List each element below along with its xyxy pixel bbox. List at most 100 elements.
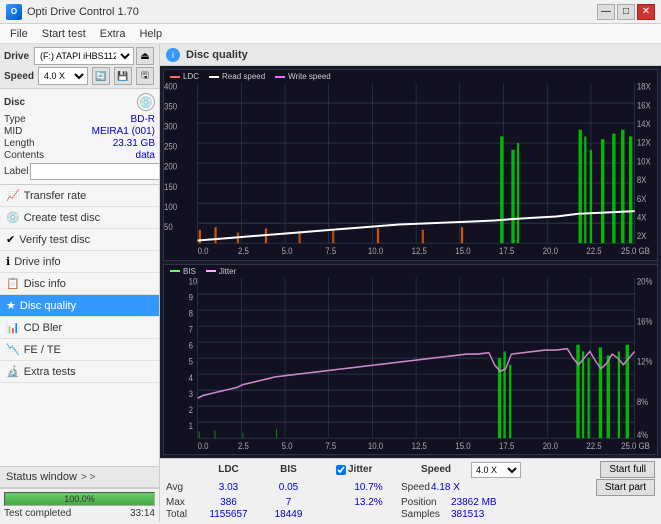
drive-section: Drive (F:) ATAPI iHBS112 2 CL0K ⏏ Speed … bbox=[0, 44, 159, 89]
svg-text:25.0 GB: 25.0 GB bbox=[621, 245, 650, 256]
svg-text:20%: 20% bbox=[637, 278, 653, 287]
bis-legend-color bbox=[170, 270, 180, 272]
svg-text:150: 150 bbox=[164, 181, 177, 192]
speed-col-header: Speed bbox=[401, 464, 471, 475]
jitter-col-header: Jitter bbox=[336, 464, 401, 475]
svg-text:10.0: 10.0 bbox=[368, 440, 383, 451]
progress-percent: 100.0% bbox=[64, 494, 95, 504]
svg-text:17.5: 17.5 bbox=[499, 245, 514, 256]
disc-quality-title: Disc quality bbox=[186, 49, 248, 61]
disc-label-label: Label bbox=[4, 166, 28, 177]
ldc-legend-label: LDC bbox=[183, 72, 199, 81]
sidebar-item-create-test-disc[interactable]: 💿 Create test disc bbox=[0, 207, 159, 229]
disc-length-value: 23.31 GB bbox=[113, 138, 155, 149]
progress-section: 100.0% Test completed 33:14 bbox=[0, 488, 159, 522]
start-full-button[interactable]: Start full bbox=[600, 461, 655, 478]
svg-text:0.0: 0.0 bbox=[198, 245, 209, 256]
read-speed-legend-color bbox=[209, 76, 219, 78]
disc-mid-label: MID bbox=[4, 126, 22, 137]
sidebar-item-disc-info[interactable]: 📋 Disc info bbox=[0, 273, 159, 295]
status-window-button[interactable]: Status window > > bbox=[0, 467, 159, 488]
svg-text:5.0: 5.0 bbox=[282, 440, 293, 451]
svg-text:22.5: 22.5 bbox=[586, 245, 601, 256]
speed-icon-2[interactable]: 💾 bbox=[114, 67, 132, 85]
sidebar-item-extra-tests[interactable]: 🔬 Extra tests bbox=[0, 361, 159, 383]
drive-eject-button[interactable]: ⏏ bbox=[136, 47, 154, 65]
position-value: 23862 MB bbox=[451, 497, 497, 508]
menu-help[interactable]: Help bbox=[133, 27, 168, 41]
svg-text:1: 1 bbox=[189, 420, 194, 431]
disc-panel: Disc 💿 Type BD-R MID MEIRA1 (001) Length… bbox=[0, 89, 159, 185]
svg-text:5: 5 bbox=[189, 356, 194, 367]
sidebar-item-fe-te[interactable]: 📉 FE / TE bbox=[0, 339, 159, 361]
svg-text:300: 300 bbox=[164, 121, 177, 132]
ldc-legend-color bbox=[170, 76, 180, 78]
disc-type-label: Type bbox=[4, 114, 26, 125]
chart2-svg: 10 9 8 7 6 5 4 3 2 1 20% 16% 12% 8% 4% bbox=[164, 278, 657, 452]
samples-value: 381513 bbox=[451, 509, 484, 520]
svg-text:6: 6 bbox=[189, 340, 194, 351]
jitter-checkbox[interactable] bbox=[336, 465, 346, 475]
menu-file[interactable]: File bbox=[4, 27, 34, 41]
max-label: Max bbox=[166, 497, 196, 508]
drive-select[interactable]: (F:) ATAPI iHBS112 2 CL0K bbox=[34, 47, 134, 65]
svg-text:2.5: 2.5 bbox=[238, 245, 249, 256]
disc-quality-header: i Disc quality bbox=[160, 44, 661, 66]
svg-text:4: 4 bbox=[189, 372, 194, 383]
sidebar-item-transfer-rate[interactable]: 📈 Transfer rate bbox=[0, 185, 159, 207]
sidebar-item-cd-bler[interactable]: 📊 CD Bler bbox=[0, 317, 159, 339]
sidebar-item-disc-quality[interactable]: ★ Disc quality bbox=[0, 295, 159, 317]
app-icon: O bbox=[6, 4, 22, 20]
menu-starttest[interactable]: Start test bbox=[36, 27, 92, 41]
maximize-button[interactable]: □ bbox=[617, 4, 635, 20]
svg-text:2.5: 2.5 bbox=[238, 440, 249, 451]
svg-text:8X: 8X bbox=[637, 174, 647, 185]
speed-value: 4.18 X bbox=[431, 482, 481, 493]
svg-text:14X: 14X bbox=[637, 118, 651, 129]
sidebar-drive-info-label: Drive info bbox=[14, 256, 60, 268]
write-speed-legend-color bbox=[275, 76, 285, 78]
speed-stat-select[interactable]: 4.0 X bbox=[471, 462, 521, 478]
svg-text:10: 10 bbox=[189, 278, 198, 287]
stats-bar: LDC BIS Jitter Speed 4.0 X Start full Av… bbox=[160, 458, 661, 522]
status-window-arrows: > > bbox=[81, 472, 95, 483]
sidebar-create-test-disc-label: Create test disc bbox=[24, 212, 100, 224]
position-label: Position bbox=[401, 497, 451, 508]
sidebar-item-verify-test-disc[interactable]: ✔ Verify test disc bbox=[0, 229, 159, 251]
minimize-button[interactable]: — bbox=[597, 4, 615, 20]
sidebar-disc-info-label: Disc info bbox=[24, 278, 66, 290]
close-button[interactable]: ✕ bbox=[637, 4, 655, 20]
menubar: File Start test Extra Help bbox=[0, 24, 661, 44]
speed-select[interactable]: 4.0 X bbox=[38, 67, 88, 85]
svg-text:12%: 12% bbox=[637, 356, 653, 367]
svg-text:4%: 4% bbox=[637, 429, 649, 440]
svg-text:250: 250 bbox=[164, 141, 177, 152]
write-speed-legend-label: Write speed bbox=[288, 72, 331, 81]
bis-legend-label: BIS bbox=[183, 267, 196, 276]
disc-info-icon: 📋 bbox=[6, 277, 20, 290]
read-speed-legend-label: Read speed bbox=[222, 72, 265, 81]
svg-text:12.5: 12.5 bbox=[412, 440, 427, 451]
status-window-section: Status window > > bbox=[0, 466, 159, 488]
svg-text:5.0: 5.0 bbox=[282, 245, 293, 256]
svg-text:10X: 10X bbox=[637, 156, 651, 167]
chart2-legend: BIS Jitter bbox=[164, 265, 657, 278]
speed-icon-1[interactable]: 🔄 bbox=[92, 67, 110, 85]
avg-ldc: 3.03 bbox=[196, 482, 261, 493]
cd-bler-icon: 📊 bbox=[6, 321, 20, 334]
max-bis: 7 bbox=[261, 497, 316, 508]
start-part-button[interactable]: Start part bbox=[596, 479, 655, 496]
svg-text:2: 2 bbox=[189, 404, 194, 415]
titlebar: O Opti Drive Control 1.70 — □ ✕ bbox=[0, 0, 661, 24]
menu-extra[interactable]: Extra bbox=[94, 27, 132, 41]
sidebar-fe-te-label: FE / TE bbox=[24, 344, 61, 356]
disc-label-input[interactable] bbox=[30, 163, 160, 180]
speed-icon-3[interactable]: 🖫 bbox=[136, 67, 154, 85]
drive-info-icon: ℹ bbox=[6, 255, 10, 268]
charts-area: LDC Read speed Write speed bbox=[160, 66, 661, 458]
sidebar-item-drive-info[interactable]: ℹ Drive info bbox=[0, 251, 159, 273]
svg-text:50: 50 bbox=[164, 221, 173, 232]
disc-contents-label: Contents bbox=[4, 150, 44, 161]
svg-text:10.0: 10.0 bbox=[368, 245, 383, 256]
disc-length-label: Length bbox=[4, 138, 35, 149]
